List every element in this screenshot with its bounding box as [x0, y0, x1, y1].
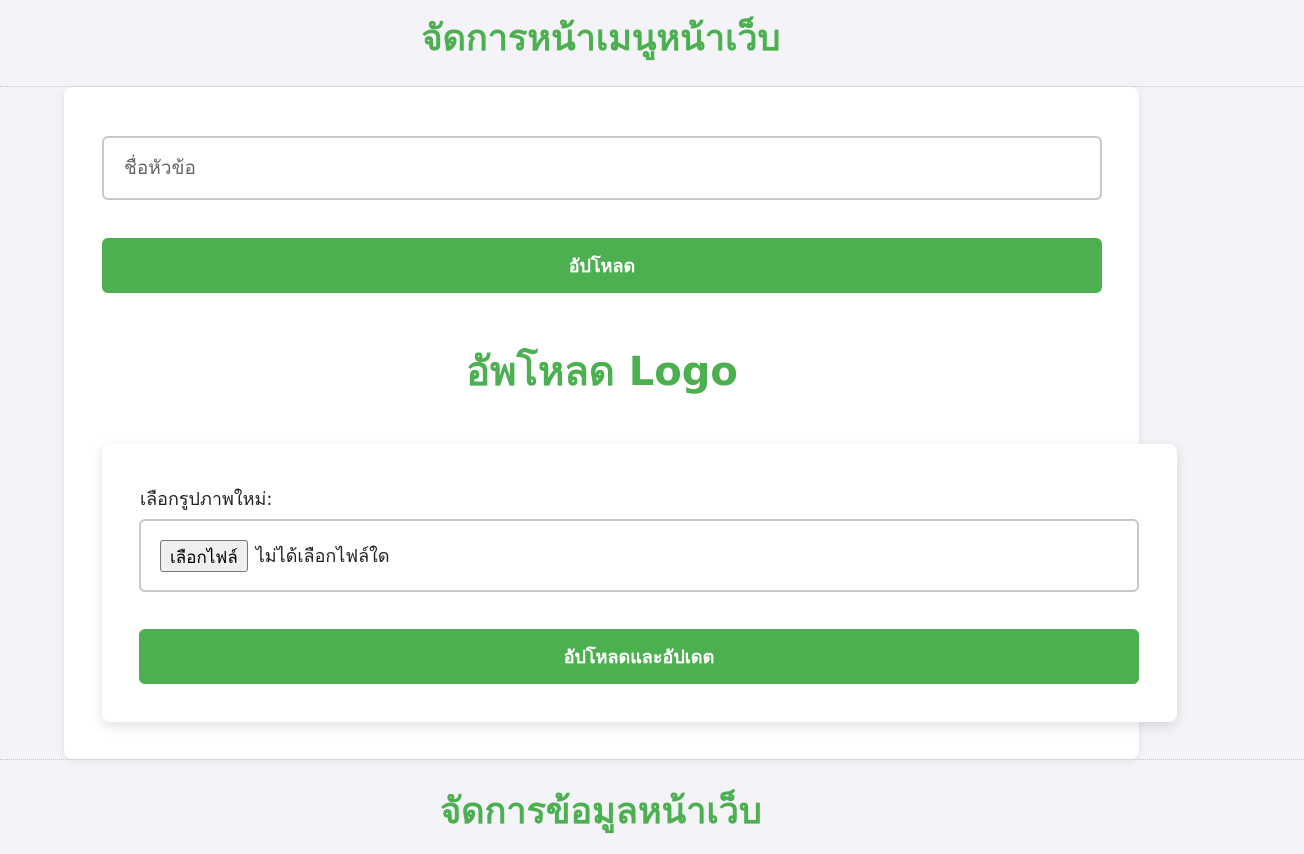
data-section-title: จัดการข้อมูลหน้าเว็บ [440, 791, 762, 832]
file-label: เลือกรูปภาพใหม่: [140, 489, 273, 510]
menu-section-title: จัดการหน้าเมนูหน้าเว็บ [421, 18, 781, 59]
topic-title-input[interactable] [102, 136, 1102, 200]
logo-upload-panel: เลือกรูปภาพใหม่: เลือกไฟล์ ไม่ได้เลือกไฟ… [102, 444, 1177, 722]
page: จัดการหน้าเมนูหน้าเว็บ อัปโหลด อัพโหลด L… [0, 0, 1304, 854]
file-status-text: ไม่ได้เลือกไฟล์ใด [255, 546, 390, 567]
upload-button[interactable]: อัปโหลด [102, 238, 1102, 293]
section-divider [0, 759, 1304, 760]
file-input[interactable]: เลือกไฟล์ ไม่ได้เลือกไฟล์ใด [139, 519, 1139, 592]
choose-file-button[interactable]: เลือกไฟล์ [160, 539, 248, 572]
logo-section-title: อัพโหลด Logo [466, 349, 738, 395]
upload-and-update-button[interactable]: อัปโหลดและอัปเดต [139, 629, 1139, 684]
